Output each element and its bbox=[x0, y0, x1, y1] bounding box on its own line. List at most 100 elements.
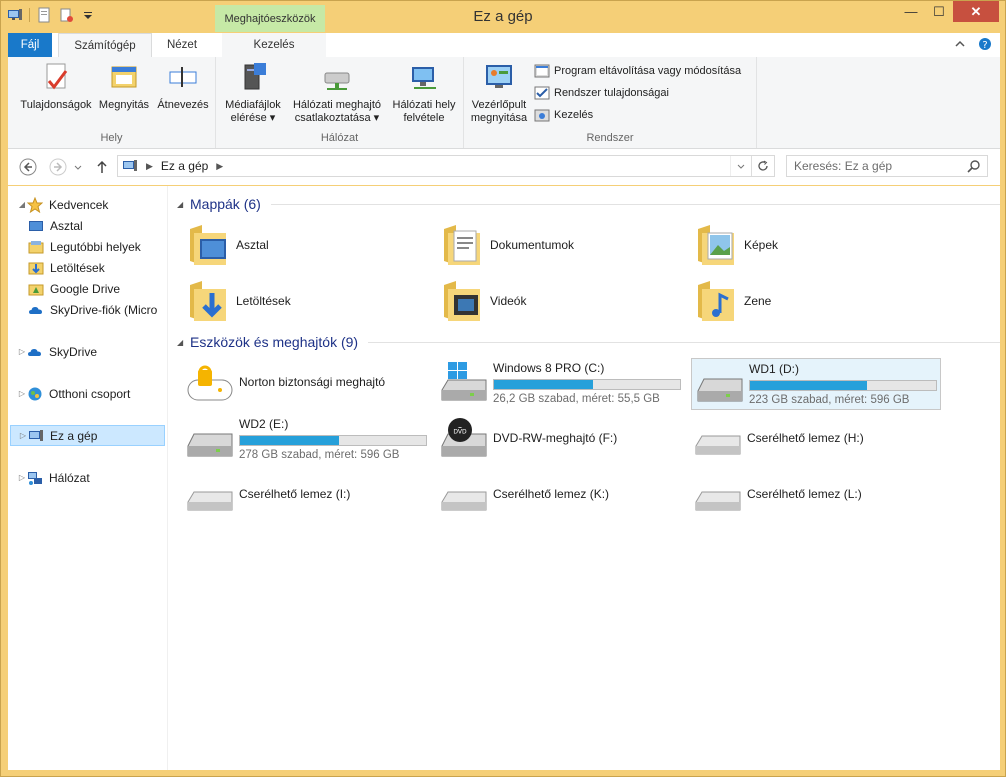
expand-arrow-icon[interactable]: ▷ bbox=[18, 431, 28, 440]
expand-arrow-icon[interactable]: ▷ bbox=[17, 347, 27, 356]
manage-button[interactable]: Kezelés bbox=[534, 107, 593, 123]
section-header-folders[interactable]: Mappák (6) bbox=[190, 196, 1000, 212]
expand-arrow-icon[interactable]: ▷ bbox=[17, 389, 27, 398]
maximize-button[interactable]: ☐ bbox=[925, 1, 953, 22]
collapse-arrow-icon[interactable]: ◢ bbox=[177, 338, 183, 347]
downloads-folder-icon bbox=[190, 281, 226, 321]
media-access-button[interactable]: Médiafájlok elérése ▾ bbox=[219, 61, 287, 125]
up-button[interactable] bbox=[92, 157, 112, 177]
folder-item[interactable]: Letöltések bbox=[168, 276, 408, 326]
map-drive-label-2: csatlakoztatása ▾ bbox=[294, 112, 380, 124]
nav-item-favorites[interactable]: ◢ Kedvencek bbox=[8, 194, 108, 215]
section-header-devices[interactable]: Eszközök és meghajtók (9) bbox=[190, 334, 1000, 350]
help-icon[interactable]: ? bbox=[978, 37, 992, 51]
documents-folder-icon bbox=[444, 225, 480, 265]
nav-item-skydrive-account[interactable]: SkyDrive-fiók (Micro bbox=[28, 299, 157, 320]
properties-button[interactable]: Tulajdonságok bbox=[16, 61, 96, 112]
tab-manage[interactable]: Kezelés bbox=[222, 33, 326, 57]
expand-arrow-icon[interactable]: ▷ bbox=[17, 473, 27, 482]
control-panel-button[interactable]: Vezérlőpult megnyitása bbox=[466, 61, 532, 125]
folder-item[interactable]: Videók bbox=[422, 276, 662, 326]
drive-item[interactable]: DVD DVD-RW-meghajtó (F:) bbox=[422, 414, 672, 466]
breadcrumb-chevron-icon[interactable]: ▶ bbox=[216, 161, 223, 172]
tab-file[interactable]: Fájl bbox=[8, 33, 52, 57]
qat-dropdown-icon[interactable] bbox=[80, 7, 96, 23]
folder-item[interactable]: Dokumentumok bbox=[422, 220, 662, 270]
map-network-drive-button[interactable]: Hálózati meghajtó csatlakoztatása ▾ bbox=[286, 61, 388, 125]
nav-label-desktop: Asztal bbox=[50, 218, 83, 233]
properties-icon[interactable] bbox=[36, 7, 52, 23]
address-dropdown-button[interactable] bbox=[730, 156, 751, 176]
nav-item-recent[interactable]: Legutóbbi helyek bbox=[28, 236, 141, 257]
folder-label: Videók bbox=[490, 294, 527, 308]
tab-view[interactable]: Nézet bbox=[154, 33, 210, 57]
title-bar[interactable]: Meghajtóeszközök Ez a gép — ☐ ✕ bbox=[1, 1, 1005, 32]
tab-computer[interactable]: Számítógép bbox=[58, 33, 152, 57]
expand-arrow-icon[interactable]: ◢ bbox=[17, 200, 27, 209]
content-pane[interactable]: ◢ Mappák (6) Asztal Dokumentumok Képek L… bbox=[168, 186, 1000, 770]
forward-button[interactable] bbox=[48, 157, 68, 177]
explorer-body: ◢ Kedvencek Asztal Legutóbbi helyek Letö… bbox=[8, 186, 1000, 770]
drive-item[interactable]: Cserélhető lemez (L:) bbox=[676, 470, 926, 522]
removable-drive-icon bbox=[187, 491, 233, 511]
navigation-bar: ▶ Ez a gép ▶ Keresés: Ez a gép bbox=[8, 149, 1000, 185]
rename-label: Átnevezés bbox=[157, 99, 209, 111]
refresh-button[interactable] bbox=[751, 156, 774, 176]
drive-item[interactable]: Cserélhető lemez (H:) bbox=[676, 414, 926, 466]
drive-item[interactable]: Norton biztonsági meghajtó bbox=[168, 358, 418, 410]
nav-label-downloads: Letöltések bbox=[50, 260, 105, 275]
rename-button[interactable]: Átnevezés bbox=[151, 61, 215, 112]
window-controls: — ☐ ✕ bbox=[897, 1, 999, 22]
manage-label: Kezelés bbox=[554, 109, 594, 121]
music-folder-icon bbox=[698, 281, 734, 321]
open-window-icon bbox=[111, 66, 137, 88]
drive-item[interactable]: Cserélhető lemez (I:) bbox=[168, 470, 418, 522]
drive-label: Cserélhető lemez (K:) bbox=[493, 487, 610, 501]
nav-label-network: Hálózat bbox=[49, 470, 90, 485]
search-box[interactable]: Keresés: Ez a gép bbox=[786, 155, 988, 177]
recent-locations-button[interactable] bbox=[72, 157, 84, 177]
breadcrumb-this-pc[interactable]: Ez a gép bbox=[161, 159, 208, 173]
nav-item-google-drive[interactable]: Google Drive bbox=[28, 278, 120, 299]
drive-label: Cserélhető lemez (H:) bbox=[747, 431, 864, 445]
back-button[interactable] bbox=[18, 157, 38, 177]
chevron-up-icon[interactable] bbox=[954, 38, 966, 50]
drive-item[interactable]: Cserélhető lemez (K:) bbox=[422, 470, 672, 522]
folder-label: Zene bbox=[744, 294, 772, 308]
folder-item[interactable]: Asztal bbox=[168, 220, 408, 270]
nav-item-skydrive[interactable]: ▷ SkyDrive bbox=[8, 341, 97, 362]
nav-item-desktop[interactable]: Asztal bbox=[28, 215, 83, 236]
removable-drive-icon bbox=[441, 491, 487, 511]
address-bar[interactable]: ▶ Ez a gép ▶ bbox=[117, 155, 775, 177]
open-button[interactable]: Megnyitás bbox=[94, 61, 154, 112]
folder-item[interactable]: Zene bbox=[676, 276, 916, 326]
nav-item-network[interactable]: ▷ Hálózat bbox=[8, 467, 90, 488]
hard-drive-icon bbox=[697, 378, 743, 402]
close-button[interactable]: ✕ bbox=[953, 1, 999, 22]
nav-item-this-pc[interactable]: ▷ Ez a gép bbox=[10, 425, 165, 446]
collapse-arrow-icon[interactable]: ◢ bbox=[177, 200, 183, 209]
nav-item-downloads[interactable]: Letöltések bbox=[28, 257, 105, 278]
folder-item[interactable]: Képek bbox=[676, 220, 916, 270]
drive-usage-bar bbox=[493, 379, 681, 390]
ribbon: Tulajdonságok Megnyitás Átnevezés Hely M… bbox=[8, 57, 1000, 149]
system-properties-button[interactable]: Rendszer tulajdonságai bbox=[534, 85, 669, 101]
computer-icon[interactable] bbox=[7, 7, 23, 23]
nav-item-homegroup[interactable]: ▷ Otthoni csoport bbox=[8, 383, 130, 404]
breadcrumb-separator-icon[interactable]: ▶ bbox=[146, 161, 153, 172]
search-icon[interactable] bbox=[967, 159, 981, 173]
add-location-label-2: felvétele bbox=[403, 112, 445, 124]
group-label-network: Hálózat bbox=[320, 132, 359, 144]
drive-item-selected[interactable]: WD1 (D:) 223 GB szabad, méret: 596 GB bbox=[691, 358, 941, 410]
navigation-pane[interactable]: ◢ Kedvencek Asztal Legutóbbi helyek Letö… bbox=[8, 186, 168, 770]
minimize-button[interactable]: — bbox=[897, 1, 925, 22]
new-folder-icon[interactable] bbox=[58, 7, 74, 23]
dvd-drive-icon: DVD bbox=[441, 418, 487, 457]
add-network-location-button[interactable]: Hálózati hely felvétele bbox=[388, 61, 460, 125]
uninstall-program-button[interactable]: Program eltávolítása vagy módosítása bbox=[534, 63, 741, 79]
drive-info: 278 GB szabad, méret: 596 GB bbox=[239, 449, 400, 461]
drive-item[interactable]: WD2 (E:) 278 GB szabad, méret: 596 GB bbox=[168, 414, 427, 466]
drive-item[interactable]: Windows 8 PRO (C:) 26,2 GB szabad, méret… bbox=[422, 358, 681, 410]
media-access-label-2: elérése ▾ bbox=[230, 112, 276, 124]
cloud-icon bbox=[29, 306, 42, 314]
